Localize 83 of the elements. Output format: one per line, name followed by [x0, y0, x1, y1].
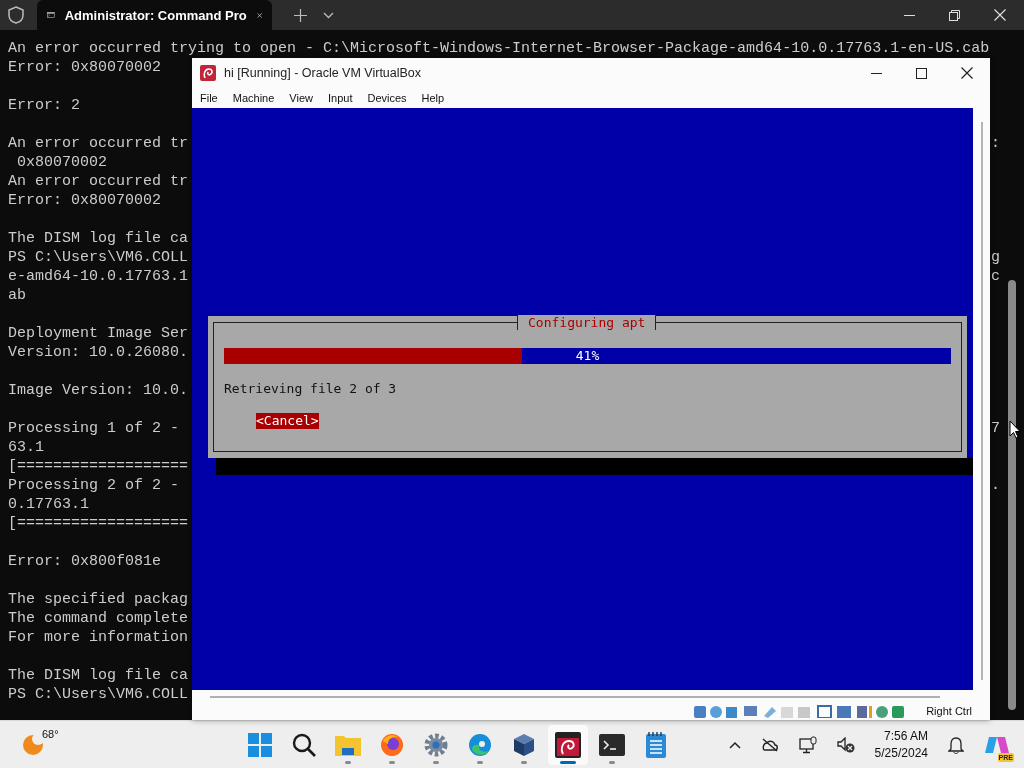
terminal-line: g — [991, 248, 1000, 267]
terminal-line: Version: 10.0.26080. — [8, 343, 189, 362]
running-indicator — [521, 760, 527, 764]
tab-title: Administrator: Command Pro — [64, 7, 247, 23]
speaker-muted-icon[interactable] — [836, 736, 855, 753]
cube-icon — [513, 732, 535, 757]
gear-icon — [424, 732, 448, 757]
menu-item[interactable]: Machine — [232, 92, 275, 104]
dropdown-icon[interactable] — [323, 11, 334, 19]
terminal-line: e-amd64-10.0.17763.1 — [8, 267, 189, 286]
terminal-line: 0.17763.1 — [8, 495, 89, 514]
taskbar-app[interactable] — [548, 724, 588, 765]
terminal-line: Error: 2 — [8, 96, 80, 115]
app-icon — [200, 65, 216, 81]
terminal-line: 0x80070002 — [16, 153, 108, 172]
cursor-icon — [1009, 420, 1021, 439]
running-indicator — [609, 760, 615, 764]
terminal-line: The specified packag — [8, 590, 189, 609]
running-indicator — [477, 760, 483, 764]
terminal-line: The DISM log file ca — [8, 229, 189, 248]
running-indicator — [389, 760, 395, 764]
terminal-line: 7 — [991, 419, 1000, 438]
cloud-off-icon[interactable] — [760, 737, 779, 752]
search-icon — [292, 732, 316, 757]
windows-icon — [248, 732, 272, 757]
terminal-line: 63.1 — [8, 438, 44, 457]
menu-item[interactable]: Devices — [367, 92, 407, 104]
terminal-icon — [599, 733, 625, 756]
terminal-line: For more information — [8, 628, 189, 647]
restore-icon[interactable] — [949, 9, 960, 21]
notepad-icon — [646, 731, 666, 758]
terminal-line: The command complete — [8, 609, 189, 628]
terminal-line: An error occurred trying to open - C:\Microsoft-Windows-Internet-Browser-Package-amd64-10.0.17763.1-en-US.cab — [8, 39, 990, 58]
terminal-line: Error: 0x800f081e — [8, 552, 162, 571]
menu-item[interactable]: View — [289, 92, 313, 104]
clock-date[interactable]: 5/25/2024 — [874, 744, 928, 762]
terminal-line: : — [991, 134, 1000, 153]
monitor-icon[interactable] — [798, 735, 817, 754]
terminal-line: PS C:\Users\VM6.COLL — [8, 248, 189, 267]
scrollbar[interactable] — [1008, 280, 1016, 710]
maximize-icon[interactable] — [916, 67, 927, 79]
temperature[interactable]: 68° — [42, 727, 59, 740]
terminal-tab[interactable]: Administrator: Command Pro — [37, 0, 272, 30]
running-indicator — [560, 760, 576, 764]
terminal-line: [=================== — [8, 514, 189, 533]
terminal-line: c — [991, 267, 1000, 286]
clock-time[interactable]: 7:56 AM — [883, 727, 928, 745]
menu-item[interactable]: File — [200, 92, 218, 104]
vm-screen[interactable]: Configuring apt 41% Retrieving file 2 of 3 <Cancel> — [192, 108, 973, 690]
close-icon[interactable] — [961, 67, 973, 79]
running-indicator — [345, 760, 351, 764]
host-key-label: Right Ctrl — [926, 704, 972, 718]
terminal-line: Deployment Image Ser — [8, 324, 189, 343]
cmd-icon — [47, 9, 55, 21]
swirl-icon — [555, 731, 581, 758]
status-message: Retrieving file 2 of 3 — [224, 381, 398, 397]
window-title: hi [Running] - Oracle VM VirtualBox — [224, 66, 422, 80]
menu-item[interactable]: Input — [327, 92, 353, 104]
new-tab-icon[interactable] — [294, 8, 307, 22]
terminal-line: Error: 0x80070002 — [8, 191, 162, 210]
shield-icon[interactable] — [8, 6, 24, 24]
terminal-line: [=================== — [8, 457, 189, 476]
firefox-icon — [380, 732, 404, 757]
terminal-line: Processing 1 of 2 - — [8, 419, 180, 438]
terminal-line: Image Version: 10.0. — [8, 381, 189, 400]
menu-item[interactable]: Help — [421, 92, 445, 104]
progress-percent: 41% — [574, 348, 601, 364]
cancel-button[interactable]: <Cancel> — [256, 413, 319, 429]
folder-icon — [335, 733, 361, 756]
terminal-line: PS C:\Users\VM6.COLL — [8, 685, 189, 704]
terminal-line: The DISM log file ca — [8, 666, 189, 685]
terminal-line: An error occurred tr — [8, 172, 189, 191]
terminal-line: Error: 0x80070002 — [8, 58, 162, 77]
copilot-icon[interactable] — [985, 734, 1009, 755]
terminal-line: Processing 2 of 2 - — [8, 476, 180, 495]
bell-icon[interactable] — [948, 735, 964, 754]
dialog-title: Configuring apt — [517, 315, 657, 330]
terminal-line: ab — [8, 286, 26, 305]
running-indicator — [433, 760, 439, 764]
chevron-up-icon[interactable] — [728, 740, 741, 749]
edge-icon — [468, 732, 492, 757]
terminal-line: . — [991, 476, 1000, 495]
terminal-line: An error occurred tr — [8, 134, 189, 153]
